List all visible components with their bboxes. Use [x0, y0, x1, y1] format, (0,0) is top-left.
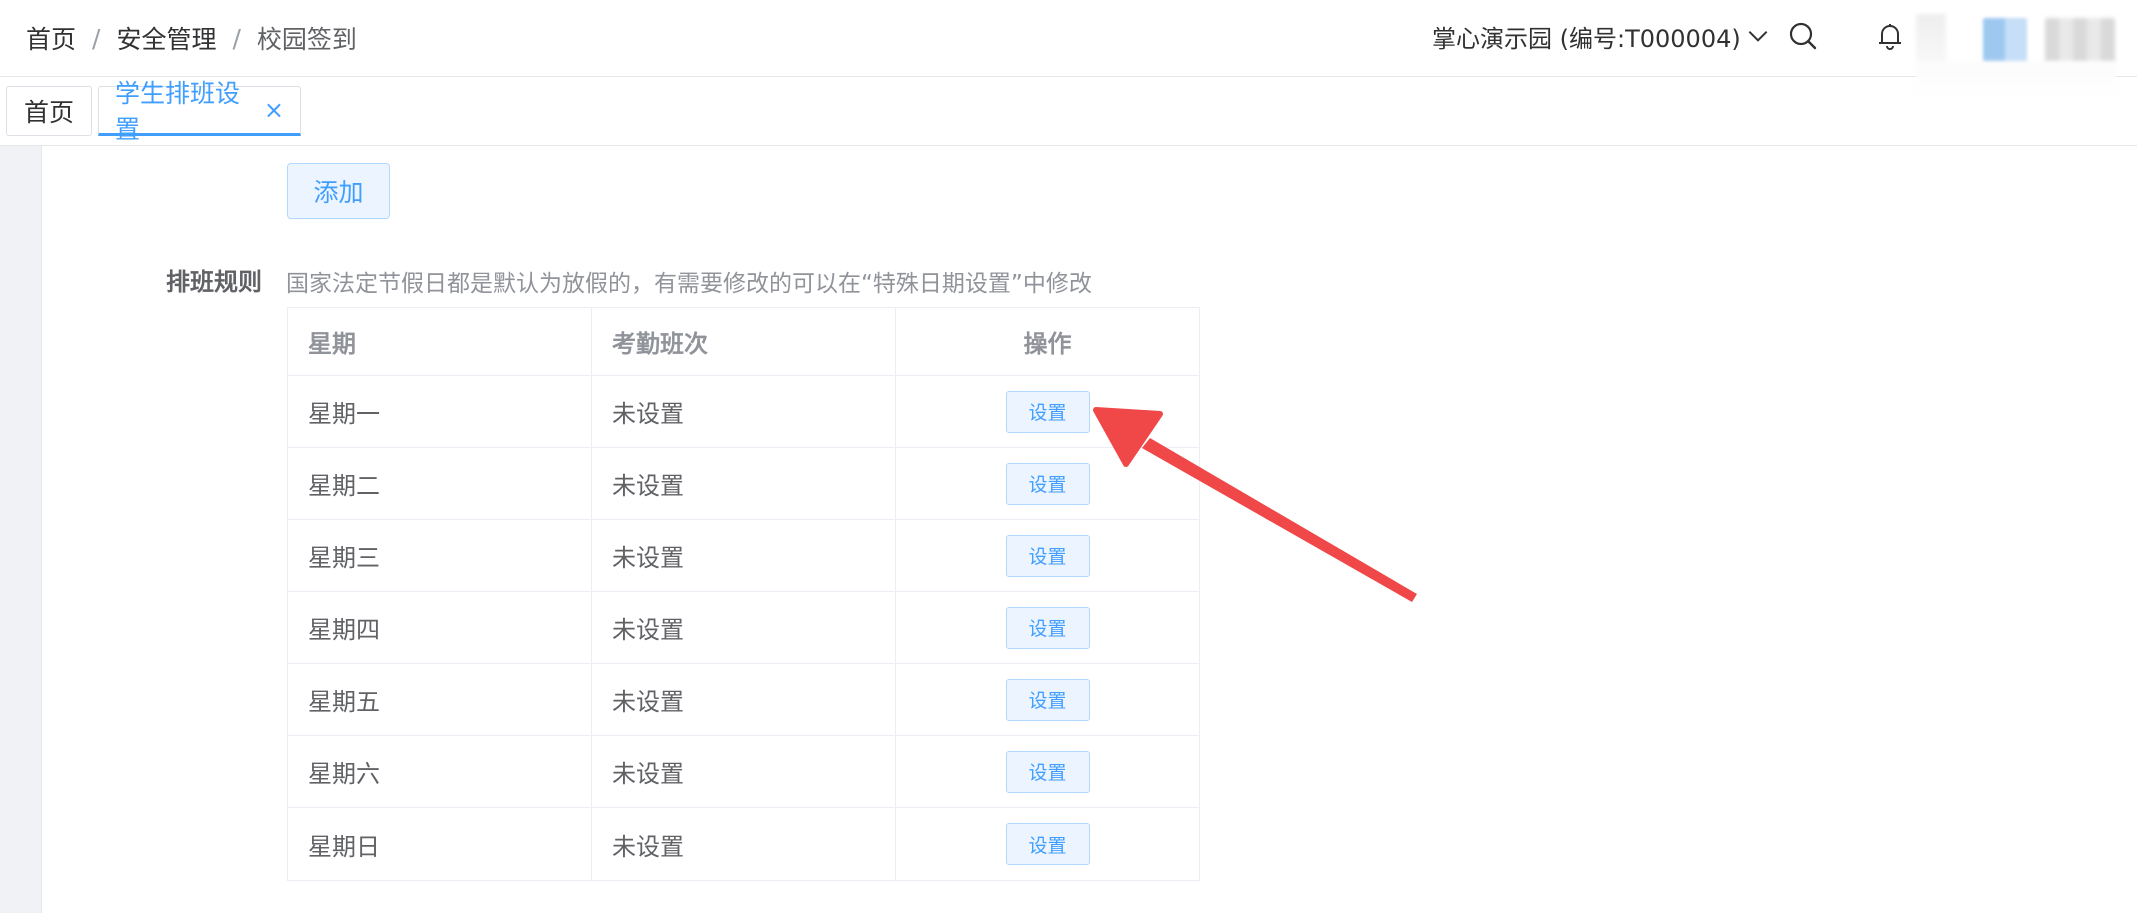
set-button[interactable]: 设置 [1005, 750, 1090, 793]
bell-icon[interactable] [1873, 19, 1907, 53]
table-header-row: 星期 考勤班次 操作 [288, 308, 1199, 376]
action-cell: 设置 [896, 520, 1199, 591]
table-row: 星期四 未设置 设置 [288, 592, 1199, 664]
column-header-shift: 考勤班次 [592, 308, 896, 375]
blurred-area [1916, 14, 1946, 62]
schedule-table: 星期 考勤班次 操作 星期一 未设置 设置 星期二 未设置 设置 星期三 未设置… [287, 307, 1200, 881]
shift-cell: 未设置 [592, 448, 896, 519]
table-row: 星期三 未设置 设置 [288, 520, 1199, 592]
breadcrumb-home[interactable]: 首页 [26, 20, 76, 56]
shift-cell: 未设置 [592, 736, 896, 807]
set-button[interactable]: 设置 [1005, 462, 1090, 505]
sidebar-strip [0, 146, 42, 913]
set-button[interactable]: 设置 [1005, 606, 1090, 649]
breadcrumb-separator: / [232, 23, 241, 53]
top-header: 首页 / 安全管理 / 校园签到 掌心演示园 (编号:T000004) [0, 0, 2137, 77]
action-cell: 设置 [896, 808, 1199, 880]
org-name: 掌心演示园 (编号:T000004) [1432, 24, 1741, 53]
add-button[interactable]: 添加 [287, 163, 390, 219]
table-row: 星期日 未设置 设置 [288, 808, 1199, 880]
column-header-day: 星期 [288, 308, 592, 375]
breadcrumb-safety[interactable]: 安全管理 [116, 20, 216, 56]
org-switcher[interactable]: 掌心演示园 (编号:T000004) [1432, 18, 1771, 54]
day-cell: 星期六 [288, 736, 592, 807]
shift-cell: 未设置 [592, 664, 896, 735]
set-button[interactable]: 设置 [1005, 390, 1090, 433]
avatar[interactable] [1983, 18, 2027, 62]
schedule-rule-label: 排班规则 [166, 268, 262, 296]
blurred-username[interactable] [2045, 18, 2115, 62]
day-cell: 星期三 [288, 520, 592, 591]
schedule-rule-hint: 国家法定节假日都是默认为放假的，有需要修改的可以在“特殊日期设置”中修改 [286, 271, 1092, 297]
action-cell: 设置 [896, 592, 1199, 663]
tab-label: 学生排班设置 [115, 79, 241, 144]
shift-cell: 未设置 [592, 592, 896, 663]
set-button[interactable]: 设置 [1005, 534, 1090, 577]
day-cell: 星期五 [288, 664, 592, 735]
shift-cell: 未设置 [592, 376, 896, 447]
search-icon[interactable] [1786, 19, 1820, 53]
shift-cell: 未设置 [592, 520, 896, 591]
shift-cell: 未设置 [592, 808, 896, 880]
tabs-bar: 首页 学生排班设置 × [0, 77, 2137, 146]
day-cell: 星期日 [288, 808, 592, 880]
table-row: 星期五 未设置 设置 [288, 664, 1199, 736]
tab-home[interactable]: 首页 [6, 86, 92, 136]
action-cell: 设置 [896, 376, 1199, 447]
breadcrumb-checkin: 校园签到 [256, 25, 357, 54]
action-cell: 设置 [896, 448, 1199, 519]
set-button[interactable]: 设置 [1005, 823, 1090, 865]
column-header-action: 操作 [1023, 330, 1072, 358]
day-cell: 星期一 [288, 376, 592, 447]
action-cell: 设置 [896, 664, 1199, 735]
action-cell: 设置 [896, 736, 1199, 807]
day-cell: 星期二 [288, 448, 592, 519]
set-button[interactable]: 设置 [1005, 678, 1090, 721]
day-cell: 星期四 [288, 592, 592, 663]
table-row: 星期六 未设置 设置 [288, 736, 1199, 808]
blurred-area [1916, 62, 2116, 102]
table-row: 星期二 未设置 设置 [288, 448, 1199, 520]
breadcrumb: 首页 / 安全管理 / 校园签到 [26, 20, 357, 56]
tab-label: 首页 [23, 98, 74, 127]
breadcrumb-separator: / [92, 23, 101, 53]
tab-student-schedule[interactable]: 学生排班设置 × [98, 79, 301, 144]
chevron-down-icon [1748, 30, 1768, 42]
close-icon[interactable]: × [264, 96, 284, 124]
table-row: 星期一 未设置 设置 [288, 376, 1199, 448]
